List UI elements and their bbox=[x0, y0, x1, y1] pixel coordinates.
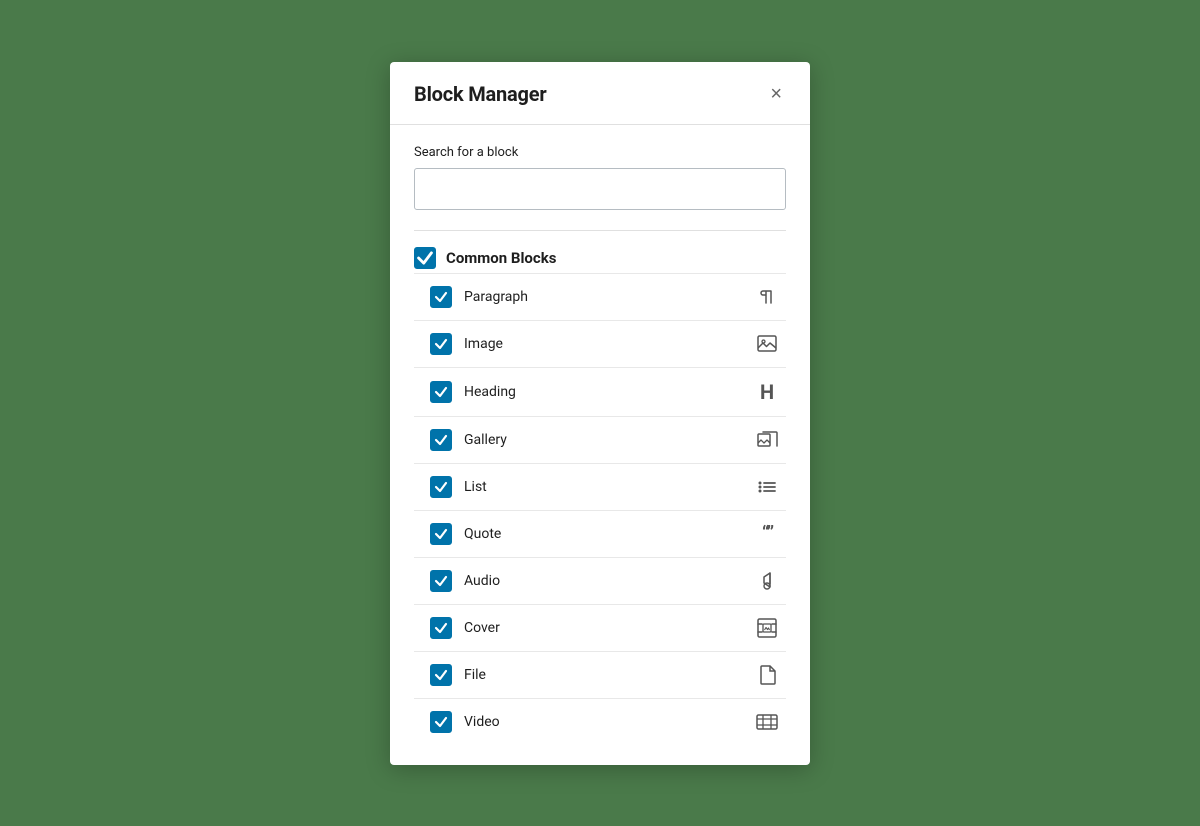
checkbox-paragraph[interactable] bbox=[430, 286, 452, 308]
list-icon bbox=[756, 476, 778, 498]
check-icon bbox=[434, 290, 448, 304]
gallery-icon bbox=[756, 429, 778, 451]
block-name-file: File bbox=[464, 667, 486, 683]
block-item-left: Audio bbox=[430, 570, 500, 592]
block-list: Paragraph bbox=[414, 273, 786, 745]
check-icon bbox=[434, 668, 448, 682]
block-name-quote: Quote bbox=[464, 526, 501, 542]
block-item-left: Video bbox=[430, 711, 500, 733]
file-icon bbox=[756, 664, 778, 686]
check-icon bbox=[434, 527, 448, 541]
check-icon bbox=[434, 385, 448, 399]
section-checkbox-common-blocks[interactable] bbox=[414, 247, 436, 269]
audio-icon bbox=[756, 570, 778, 592]
block-item-image[interactable]: Image bbox=[414, 320, 786, 367]
block-item-cover[interactable]: Cover bbox=[414, 604, 786, 651]
modal-footer-space bbox=[414, 745, 786, 765]
modal-overlay: Block Manager × Search for a block Commo… bbox=[0, 0, 1200, 826]
common-blocks-section: Common Blocks Paragraph bbox=[414, 230, 786, 745]
check-icon bbox=[434, 433, 448, 447]
checkbox-audio[interactable] bbox=[430, 570, 452, 592]
block-item-left: File bbox=[430, 664, 486, 686]
section-header: Common Blocks bbox=[414, 247, 786, 269]
block-manager-modal: Block Manager × Search for a block Commo… bbox=[390, 62, 810, 765]
checkbox-video[interactable] bbox=[430, 711, 452, 733]
paragraph-icon bbox=[756, 287, 778, 307]
modal-title: Block Manager bbox=[414, 82, 547, 106]
block-item-list[interactable]: List bbox=[414, 463, 786, 510]
checkbox-quote[interactable] bbox=[430, 523, 452, 545]
modal-body: Search for a block Common Blocks bbox=[390, 125, 810, 765]
block-item-gallery[interactable]: Gallery bbox=[414, 416, 786, 463]
block-name-audio: Audio bbox=[464, 573, 500, 589]
check-icon bbox=[434, 337, 448, 351]
section-title-common-blocks: Common Blocks bbox=[446, 249, 556, 267]
block-name-paragraph: Paragraph bbox=[464, 289, 528, 305]
close-button[interactable]: × bbox=[766, 82, 786, 106]
block-item-left: Heading bbox=[430, 381, 516, 403]
block-item-left: Image bbox=[430, 333, 503, 355]
block-item-heading[interactable]: Heading H bbox=[414, 367, 786, 416]
checkbox-gallery[interactable] bbox=[430, 429, 452, 451]
checkbox-file[interactable] bbox=[430, 664, 452, 686]
block-name-image: Image bbox=[464, 336, 503, 352]
checkbox-image[interactable] bbox=[430, 333, 452, 355]
heading-icon: H bbox=[756, 380, 778, 404]
search-label: Search for a block bbox=[414, 145, 786, 160]
block-item-paragraph[interactable]: Paragraph bbox=[414, 273, 786, 320]
block-item-quote[interactable]: Quote “” bbox=[414, 510, 786, 557]
checkmark-icon bbox=[416, 249, 434, 267]
checkbox-cover[interactable] bbox=[430, 617, 452, 639]
video-icon bbox=[756, 712, 778, 732]
block-name-list: List bbox=[464, 479, 487, 495]
block-item-left: Gallery bbox=[430, 429, 507, 451]
checkbox-list[interactable] bbox=[430, 476, 452, 498]
block-item-left: Cover bbox=[430, 617, 500, 639]
block-name-video: Video bbox=[464, 714, 500, 730]
block-item-left: Quote bbox=[430, 523, 501, 545]
check-icon bbox=[434, 574, 448, 588]
cover-icon bbox=[756, 617, 778, 639]
block-item-file[interactable]: File bbox=[414, 651, 786, 698]
block-item-left: Paragraph bbox=[430, 286, 528, 308]
block-name-gallery: Gallery bbox=[464, 432, 507, 448]
block-item-audio[interactable]: Audio bbox=[414, 557, 786, 604]
quote-icon: “” bbox=[756, 523, 778, 544]
block-item-left: List bbox=[430, 476, 487, 498]
modal-header: Block Manager × bbox=[390, 62, 810, 125]
block-name-cover: Cover bbox=[464, 620, 500, 636]
block-name-heading: Heading bbox=[464, 384, 516, 400]
check-icon bbox=[434, 480, 448, 494]
checkbox-heading[interactable] bbox=[430, 381, 452, 403]
check-icon bbox=[434, 715, 448, 729]
image-icon bbox=[756, 333, 778, 355]
check-icon bbox=[434, 621, 448, 635]
block-item-video[interactable]: Video bbox=[414, 698, 786, 745]
search-input[interactable] bbox=[414, 168, 786, 210]
